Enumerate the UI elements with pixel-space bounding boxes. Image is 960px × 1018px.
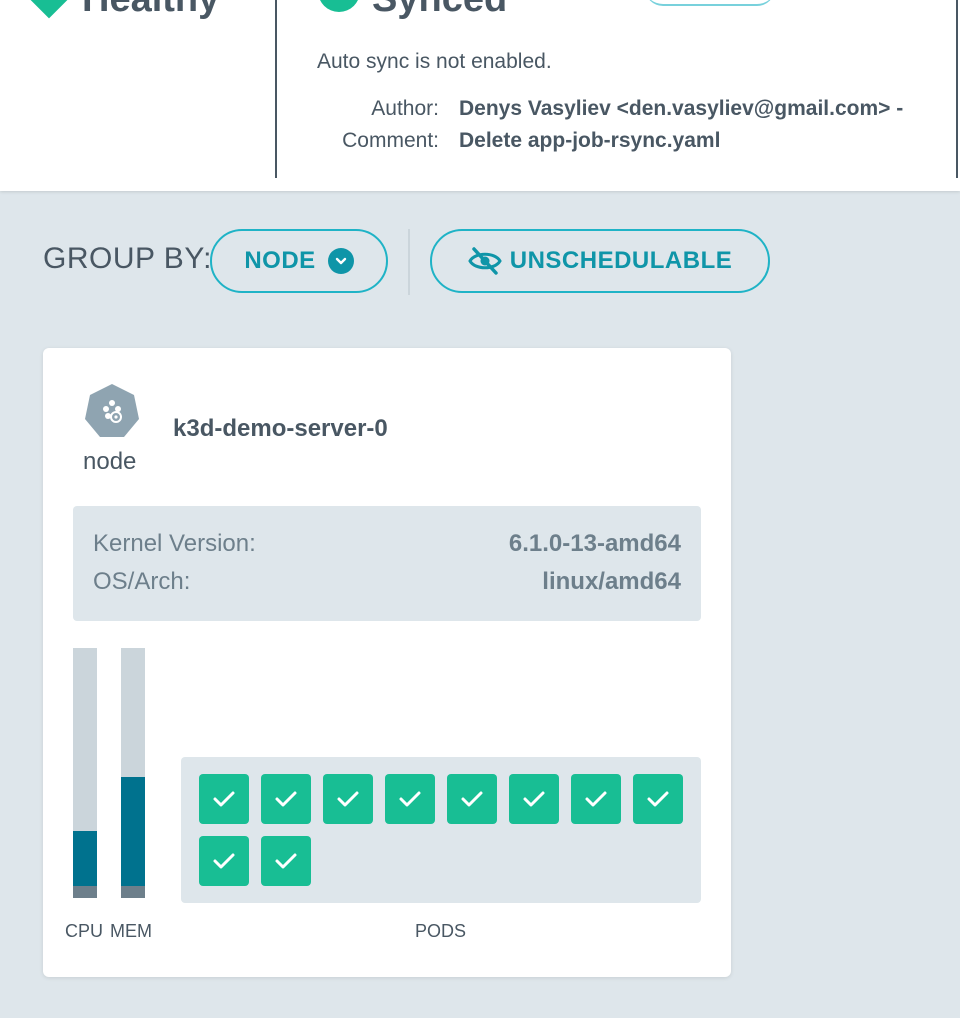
unschedulable-label: UNSCHEDULABLE (509, 247, 733, 274)
node-info: Kernel Version: 6.1.0-13-amd64 OS/Arch: … (73, 506, 701, 621)
os-arch-label: OS/Arch: (93, 568, 191, 595)
comment-label: Comment: (342, 129, 439, 152)
check-icon (522, 790, 546, 808)
author-label: Author: (371, 97, 439, 120)
group-by-select[interactable]: NODE (210, 229, 388, 293)
check-icon (336, 790, 360, 808)
pod-status[interactable] (633, 774, 683, 824)
author-value: Denys Vasyliev <den.vasyliev@gmail.com> … (459, 97, 904, 120)
divider (956, 0, 958, 178)
toolbar-divider (408, 229, 410, 295)
group-by-label: GROUP BY: (43, 242, 213, 275)
auto-sync-note: Auto sync is not enabled. (317, 50, 552, 73)
pods-label: PODS (415, 921, 467, 941)
pod-status[interactable] (261, 774, 311, 824)
check-icon (212, 852, 236, 870)
kernel-value: 6.1.0-13-amd64 (508, 530, 681, 557)
check-icon (398, 790, 422, 808)
health-status: Healthy (82, 0, 219, 21)
node-name: k3d-demo-server-0 (173, 415, 388, 442)
pod-status[interactable] (447, 774, 497, 824)
pod-status[interactable] (323, 774, 373, 824)
mem-bar-base (121, 886, 145, 898)
pod-status[interactable] (261, 836, 311, 886)
pod-status[interactable] (199, 774, 249, 824)
pods-grid (181, 757, 701, 903)
kernel-label: Kernel Version: (93, 530, 256, 557)
cpu-usage-fill (73, 831, 97, 886)
node-kind-label: node (83, 448, 137, 475)
os-arch-value: linux/amd64 (542, 568, 681, 595)
sync-status: Synced (372, 0, 507, 21)
synced-icon (318, 0, 360, 12)
chevron-down-icon (327, 248, 354, 274)
pod-status[interactable] (385, 774, 435, 824)
cpu-label: CPU (65, 921, 104, 941)
kubernetes-node-icon (83, 382, 141, 440)
pod-status[interactable] (571, 774, 621, 824)
group-by-value: NODE (244, 247, 316, 274)
check-icon (274, 852, 298, 870)
check-icon (584, 790, 608, 808)
mem-label: MEM (110, 921, 152, 941)
check-icon (646, 790, 670, 808)
check-icon (460, 790, 484, 808)
healthy-icon (30, 0, 68, 19)
mem-usage-fill (121, 777, 145, 886)
node-card[interactable]: node k3d-demo-server-0 Kernel Version: 6… (43, 348, 731, 977)
pod-status[interactable] (509, 774, 559, 824)
eye-slash-icon (468, 247, 502, 275)
mem-usage-bar (121, 648, 145, 898)
unschedulable-toggle[interactable]: UNSCHEDULABLE (430, 229, 770, 293)
comment-value: Delete app-job-rsync.yaml (459, 129, 721, 152)
pod-status[interactable] (199, 836, 249, 886)
divider (275, 0, 277, 178)
cpu-usage-bar (73, 648, 97, 898)
cpu-bar-base (73, 886, 97, 898)
check-icon (274, 790, 298, 808)
app-status-panel: Healthy Synced Auto sync is not enabled.… (0, 0, 960, 191)
check-icon (212, 790, 236, 808)
paren-fragment (645, 0, 775, 6)
